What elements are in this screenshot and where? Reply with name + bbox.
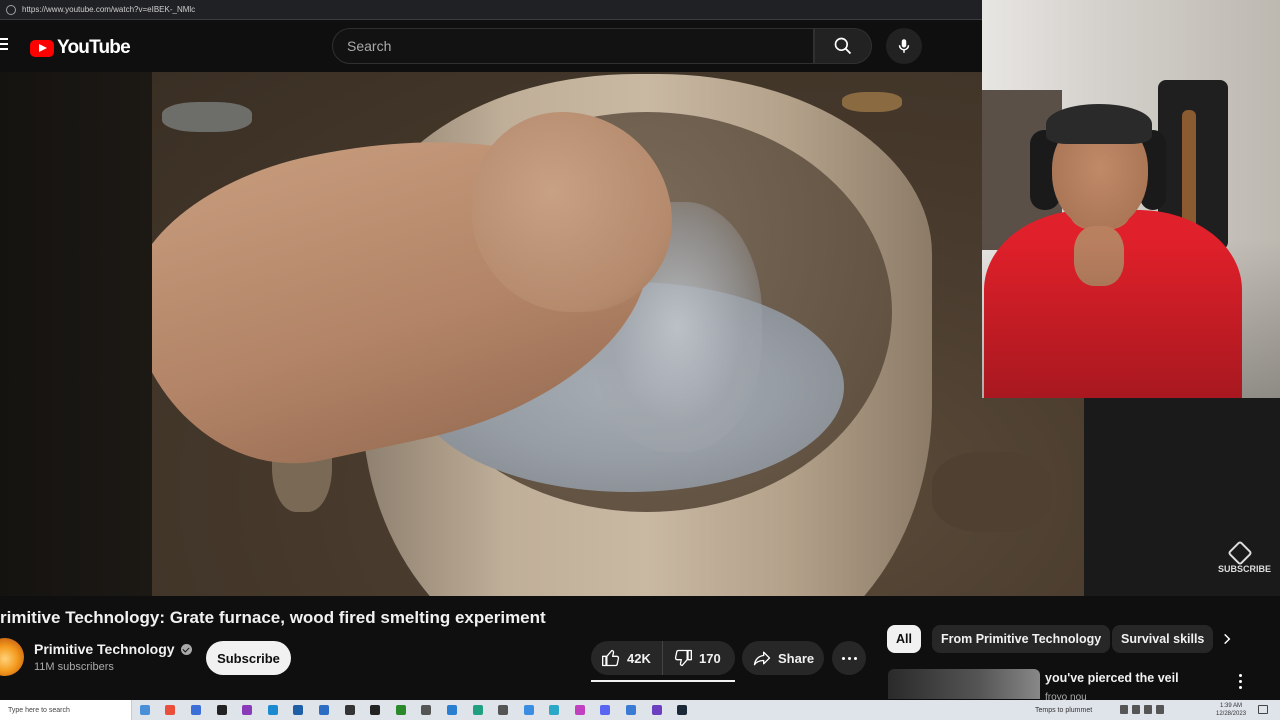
taskbar-app-icon[interactable] <box>370 705 381 715</box>
player-letterbox-left <box>0 72 152 596</box>
taskbar-app-icon[interactable] <box>677 705 688 715</box>
windows-taskbar: Type here to search Temps to plummet 1:3… <box>0 700 1280 720</box>
weather-text: Temps to plummet <box>1035 706 1093 714</box>
channel-name[interactable]: Primitive Technology <box>34 641 175 657</box>
recommended-video-menu-button[interactable] <box>1232 671 1248 691</box>
taskbar-app-icon[interactable] <box>242 705 253 715</box>
ground-soil <box>932 452 1052 532</box>
streamer-webcam <box>982 0 1280 398</box>
search-button[interactable] <box>814 28 872 64</box>
thumbs-down-icon <box>674 649 692 667</box>
taskbar-app-icon[interactable] <box>293 705 304 715</box>
subscriber-count: 11M subscribers <box>34 661 114 673</box>
video-player[interactable] <box>152 72 1084 596</box>
voice-search-button[interactable] <box>886 28 922 64</box>
taskbar-app-icon[interactable] <box>498 705 509 715</box>
taskbar-app-icon[interactable] <box>626 705 637 715</box>
taskbar-app-icon[interactable] <box>190 705 201 715</box>
dislike-button[interactable]: 170 <box>663 641 735 675</box>
system-tray[interactable] <box>1120 705 1164 714</box>
subscribe-watermark[interactable]: SUBSCRIBE <box>1218 540 1271 574</box>
recommended-video-thumbnail[interactable] <box>888 669 1040 699</box>
chevron-right-icon <box>1224 633 1231 645</box>
taskbar-search[interactable]: Type here to search <box>0 700 132 720</box>
youtube-header: YouTube <box>0 20 982 72</box>
verified-icon <box>180 643 192 655</box>
chip-scroll-next-button[interactable] <box>1216 628 1238 650</box>
channel-avatar[interactable] <box>0 638 24 676</box>
subscribe-watermark-icon <box>1227 540 1253 566</box>
taskbar-search-placeholder: Type here to search <box>8 706 70 714</box>
dislike-count: 170 <box>699 650 721 666</box>
url-text[interactable]: https://www.youtube.com/watch?v=eIBEK-_N… <box>22 5 195 14</box>
subscribe-button[interactable]: Subscribe <box>206 641 291 675</box>
taskbar-app-icon[interactable] <box>395 705 406 715</box>
youtube-play-logo-icon <box>30 39 54 57</box>
share-icon <box>753 651 771 666</box>
ground-leaf <box>842 92 902 112</box>
logo-text: YouTube <box>57 37 131 58</box>
taskbar-app-icon[interactable] <box>523 705 534 715</box>
notification-icon[interactable] <box>1258 705 1268 714</box>
chip-survival-skills[interactable]: Survival skills <box>1112 625 1214 653</box>
clock-date: 12/28/2023 <box>1216 711 1247 717</box>
clock-time: 1:39 AM <box>1220 703 1243 709</box>
taskbar-app-icon[interactable] <box>267 705 278 715</box>
channel-name-link[interactable]: Primitive Technology <box>34 641 192 657</box>
like-count: 42K <box>627 650 651 666</box>
battery-icon[interactable] <box>1156 705 1164 714</box>
video-title: rimitive Technology: Grate furnace, wood… <box>0 608 546 627</box>
search-icon <box>834 37 852 55</box>
share-label: Share <box>778 650 815 666</box>
more-dots-icon <box>841 656 845 660</box>
chip-from-primitive-technology[interactable]: From Primitive Technology <box>932 625 1111 653</box>
taskbar-app-icon[interactable] <box>216 705 227 715</box>
taskbar-app-icon[interactable] <box>549 705 560 715</box>
network-icon[interactable] <box>1132 705 1140 714</box>
taskbar-app-icon[interactable] <box>574 705 585 715</box>
ground-rock <box>162 102 252 132</box>
chip-all[interactable]: All <box>887 625 921 653</box>
taskbar-app-icon[interactable] <box>421 705 432 715</box>
recommended-video-title[interactable]: you've pierced the veil <box>1045 671 1179 685</box>
taskbar-app-icon[interactable] <box>472 705 483 715</box>
search-input[interactable] <box>333 29 813 63</box>
taskbar-weather[interactable]: Temps to plummet <box>1035 700 1092 720</box>
like-bar <box>591 680 735 682</box>
browser-url-bar[interactable]: https://www.youtube.com/watch?v=eIBEK-_N… <box>0 0 982 20</box>
hamburger-menu-icon[interactable] <box>0 38 8 52</box>
microphone-icon <box>898 39 910 53</box>
like-dislike-group: 42K 170 <box>591 641 735 675</box>
search-box <box>332 28 814 64</box>
taskbar-app-icon[interactable] <box>165 705 176 715</box>
more-actions-button[interactable] <box>832 641 866 675</box>
tray-icon[interactable] <box>1120 705 1128 714</box>
taskbar-app-icon[interactable] <box>318 705 329 715</box>
recommended-video-channel: froyo nou <box>1045 692 1087 700</box>
taskbar-app-icon[interactable] <box>139 705 150 715</box>
like-button[interactable]: 42K <box>591 641 663 675</box>
taskbar-apps <box>132 705 695 715</box>
thumbs-up-icon <box>602 649 620 667</box>
taskbar-app-icon[interactable] <box>600 705 611 715</box>
taskbar-app-icon[interactable] <box>651 705 662 715</box>
site-info-icon[interactable] <box>6 4 16 15</box>
taskbar-clock[interactable]: 1:39 AM 12/28/2023 <box>1216 702 1246 718</box>
share-button[interactable]: Share <box>742 641 824 675</box>
volume-icon[interactable] <box>1144 705 1152 714</box>
youtube-logo[interactable]: YouTube <box>30 37 131 59</box>
taskbar-app-icon[interactable] <box>446 705 457 715</box>
taskbar-app-icon[interactable] <box>344 705 355 715</box>
